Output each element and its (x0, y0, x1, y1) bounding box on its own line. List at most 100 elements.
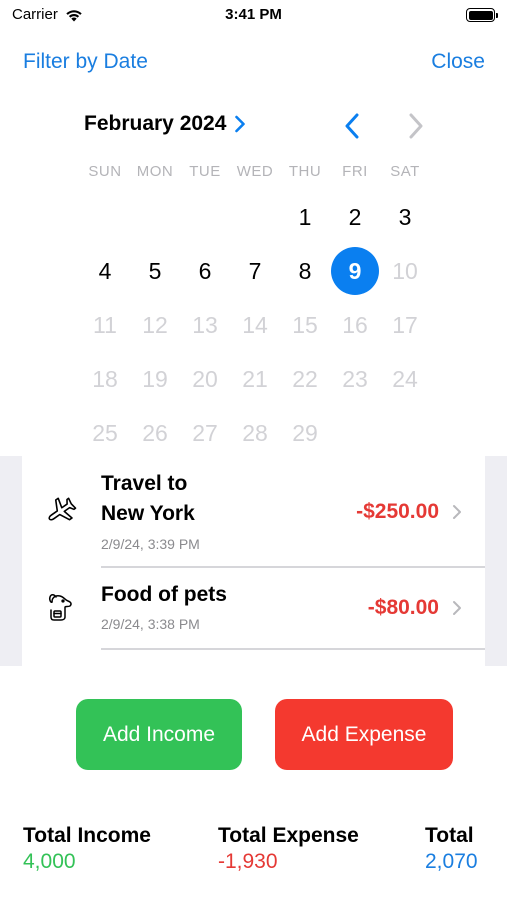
calendar-day[interactable]: 1 (280, 190, 330, 244)
calendar-day-label: 17 (392, 311, 418, 338)
weekday-label: SUN (88, 163, 122, 180)
calendar-day[interactable]: 3 (380, 190, 430, 244)
calendar-day[interactable]: 6 (180, 244, 230, 298)
weekday-label: THU (288, 163, 322, 180)
calendar-day[interactable]: 5 (130, 244, 180, 298)
calendar-day-label: 11 (93, 311, 117, 338)
calendar-day[interactable]: 8 (280, 244, 330, 298)
calendar-day-label: 6 (198, 257, 212, 284)
chevron-right-icon (409, 113, 423, 139)
calendar-day: 11 (80, 298, 130, 352)
calendar-day-label: 16 (342, 311, 368, 338)
total-expense-section: Total Expense -1,930 (218, 824, 359, 874)
add-expense-button[interactable]: Add Expense (275, 699, 453, 770)
weekday-label: TUE (189, 163, 221, 180)
calendar-day: 20 (180, 352, 230, 406)
calendar-empty-cell (130, 190, 180, 244)
chevron-right-icon (235, 115, 246, 133)
transaction-timestamp: 2/9/24, 3:38 PM (101, 616, 200, 632)
chevron-right-icon (453, 505, 461, 519)
calendar-day-label: 20 (192, 365, 218, 392)
calendar-day-label: 23 (342, 365, 368, 392)
calendar-day-label: 4 (98, 257, 112, 284)
calendar-day[interactable]: 2 (330, 190, 380, 244)
calendar-day-label: 25 (92, 419, 118, 446)
calendar-day-label: 28 (242, 419, 268, 446)
filter-by-date-button[interactable]: Filter by Date (23, 50, 148, 74)
transaction-title: Food of pets (101, 583, 227, 606)
total-label: Total (425, 824, 474, 847)
calendar-day: 19 (130, 352, 180, 406)
calendar-day-label: 21 (242, 365, 268, 392)
calendar-day: 12 (130, 298, 180, 352)
calendar-day: 27 (180, 406, 230, 460)
pet-icon (49, 594, 72, 621)
calendar-day[interactable]: 7 (230, 244, 280, 298)
transaction-amount: -$80.00 (367, 596, 439, 619)
calendar-day-label: 13 (192, 311, 218, 338)
weekday-label: MON (136, 163, 174, 180)
month-year-picker-button[interactable]: February 2024 (84, 112, 246, 136)
calendar-day-label: 1 (298, 203, 312, 230)
calendar-day[interactable]: 4 (80, 244, 130, 298)
total-value: 2,070 (425, 850, 478, 873)
battery-icon (466, 8, 498, 22)
calendar-day: 17 (380, 298, 430, 352)
calendar-day-label: 24 (392, 365, 418, 392)
calendar-day-label: 7 (248, 257, 262, 284)
weekday-label: FRI (342, 163, 368, 180)
calendar-day-label: 27 (192, 419, 218, 446)
calendar-day: 29 (280, 406, 330, 460)
total-income-section: Total Income 4,000 (23, 824, 151, 874)
calendar-day: 15 (280, 298, 330, 352)
close-button[interactable]: Close (431, 50, 485, 74)
weekday-label: WED (236, 163, 274, 180)
calendar-day-selected[interactable]: 9 (330, 244, 380, 298)
calendar-day-label: 3 (398, 203, 412, 230)
weekday-header: SUN MON TUE WED THU FRI SAT (80, 163, 430, 180)
transaction-row[interactable]: Food of pets 2/9/24, 3:38 PM -$80.00 (22, 568, 485, 650)
calendar-day-label: 5 (148, 257, 162, 284)
add-income-button[interactable]: Add Income (76, 699, 242, 770)
transaction-timestamp: 2/9/24, 3:39 PM (101, 536, 200, 552)
calendar-day: 23 (330, 352, 380, 406)
calendar-empty-cell (230, 190, 280, 244)
calendar-day-label: 8 (298, 257, 312, 284)
calendar-day: 10 (380, 244, 430, 298)
weekday-label: SAT (390, 163, 420, 180)
status-bar: Carrier 3:41 PM (0, 0, 507, 32)
calendar-day: 21 (230, 352, 280, 406)
transactions-list: Travel to New York 2/9/24, 3:39 PM -$250… (22, 456, 485, 666)
transaction-row[interactable]: Travel to New York 2/9/24, 3:39 PM -$250… (22, 456, 485, 568)
transaction-title-line: Travel to (101, 472, 188, 495)
calendar-day: 13 (180, 298, 230, 352)
calendar-empty-cell (80, 190, 130, 244)
calendar-day: 22 (280, 352, 330, 406)
calendar-day-label: 15 (292, 311, 318, 338)
total-expense-value: -1,930 (218, 850, 278, 873)
calendar-day: 16 (330, 298, 380, 352)
total-expense-label: Total Expense (218, 824, 359, 847)
status-time: 3:41 PM (225, 6, 282, 23)
calendar-empty-cell (180, 190, 230, 244)
calendar-day-label: 14 (242, 311, 268, 338)
transaction-title-line: New York (101, 502, 195, 525)
calendar-day-label: 22 (292, 365, 318, 392)
calendar-day-label: 2 (348, 203, 362, 230)
calendar-day-label: 18 (92, 365, 118, 392)
calendar-day: 14 (230, 298, 280, 352)
row-divider (101, 648, 485, 650)
transaction-title: Travel to New York (101, 469, 301, 529)
calendar-day: 28 (230, 406, 280, 460)
previous-month-button[interactable] (341, 112, 365, 140)
chevron-left-icon (345, 113, 359, 139)
calendar-days-grid: 1 2 3 4 5 6 7 8 9 10 11 12 13 14 15 16 17 18 19 20 21 22 23 24 2… (80, 190, 430, 460)
next-month-button[interactable] (403, 112, 427, 140)
calendar-day-label: 9 (331, 247, 379, 295)
transaction-amount: -$250.00 (356, 500, 439, 523)
calendar-day: 26 (130, 406, 180, 460)
calendar-day: 24 (380, 352, 430, 406)
total-section: Total 2,070 (425, 824, 478, 874)
calendar-day-label: 12 (142, 311, 168, 338)
calendar-day-label: 26 (142, 419, 168, 446)
